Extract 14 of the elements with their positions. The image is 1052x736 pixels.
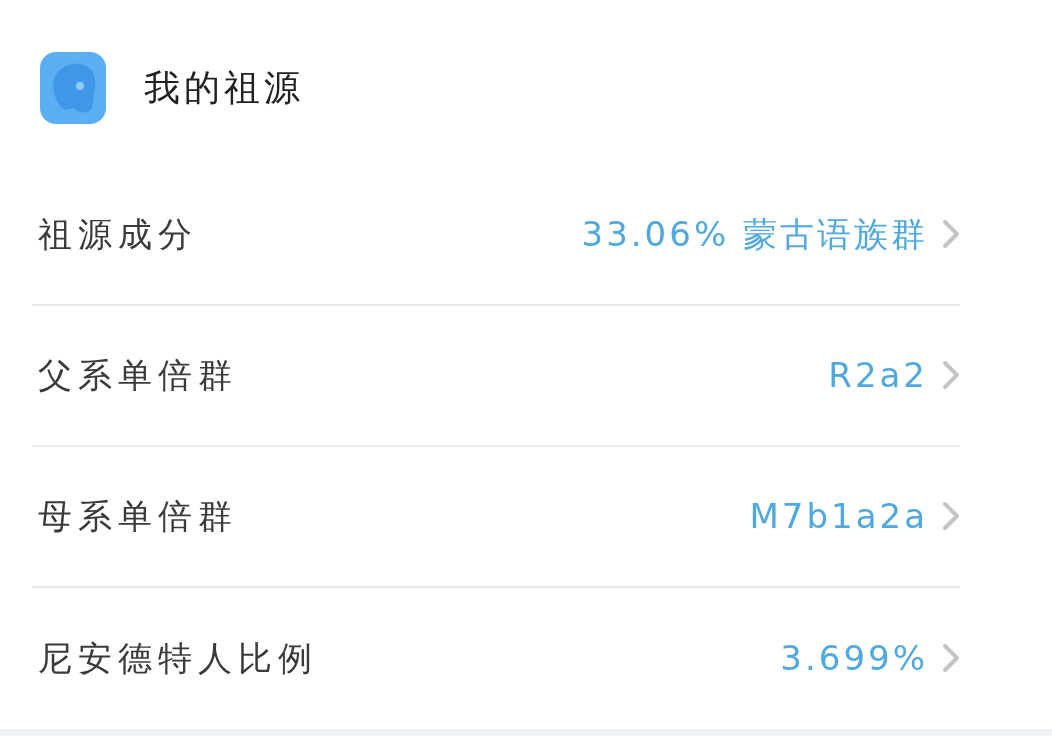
row-label: 尼安德特人比例 [37,636,318,680]
avatar-icon [40,52,106,125]
row-value-link[interactable]: 3.699% [780,632,960,684]
chevron-right-icon [942,360,960,391]
row-value-link[interactable]: M7b1a2a [749,490,960,542]
row-value-link[interactable]: R2a2 [828,349,960,401]
row-value-link[interactable]: 33.06% 蒙古语族群 [581,208,960,260]
row-label: 父系单倍群 [37,353,238,397]
chevron-right-icon [942,219,960,250]
chevron-right-icon [942,501,960,532]
row-label: 祖源成分 [37,212,198,256]
page-title: 我的祖源 [144,66,304,111]
chevron-right-icon [942,643,960,674]
row-label: 母系单倍群 [37,494,238,538]
